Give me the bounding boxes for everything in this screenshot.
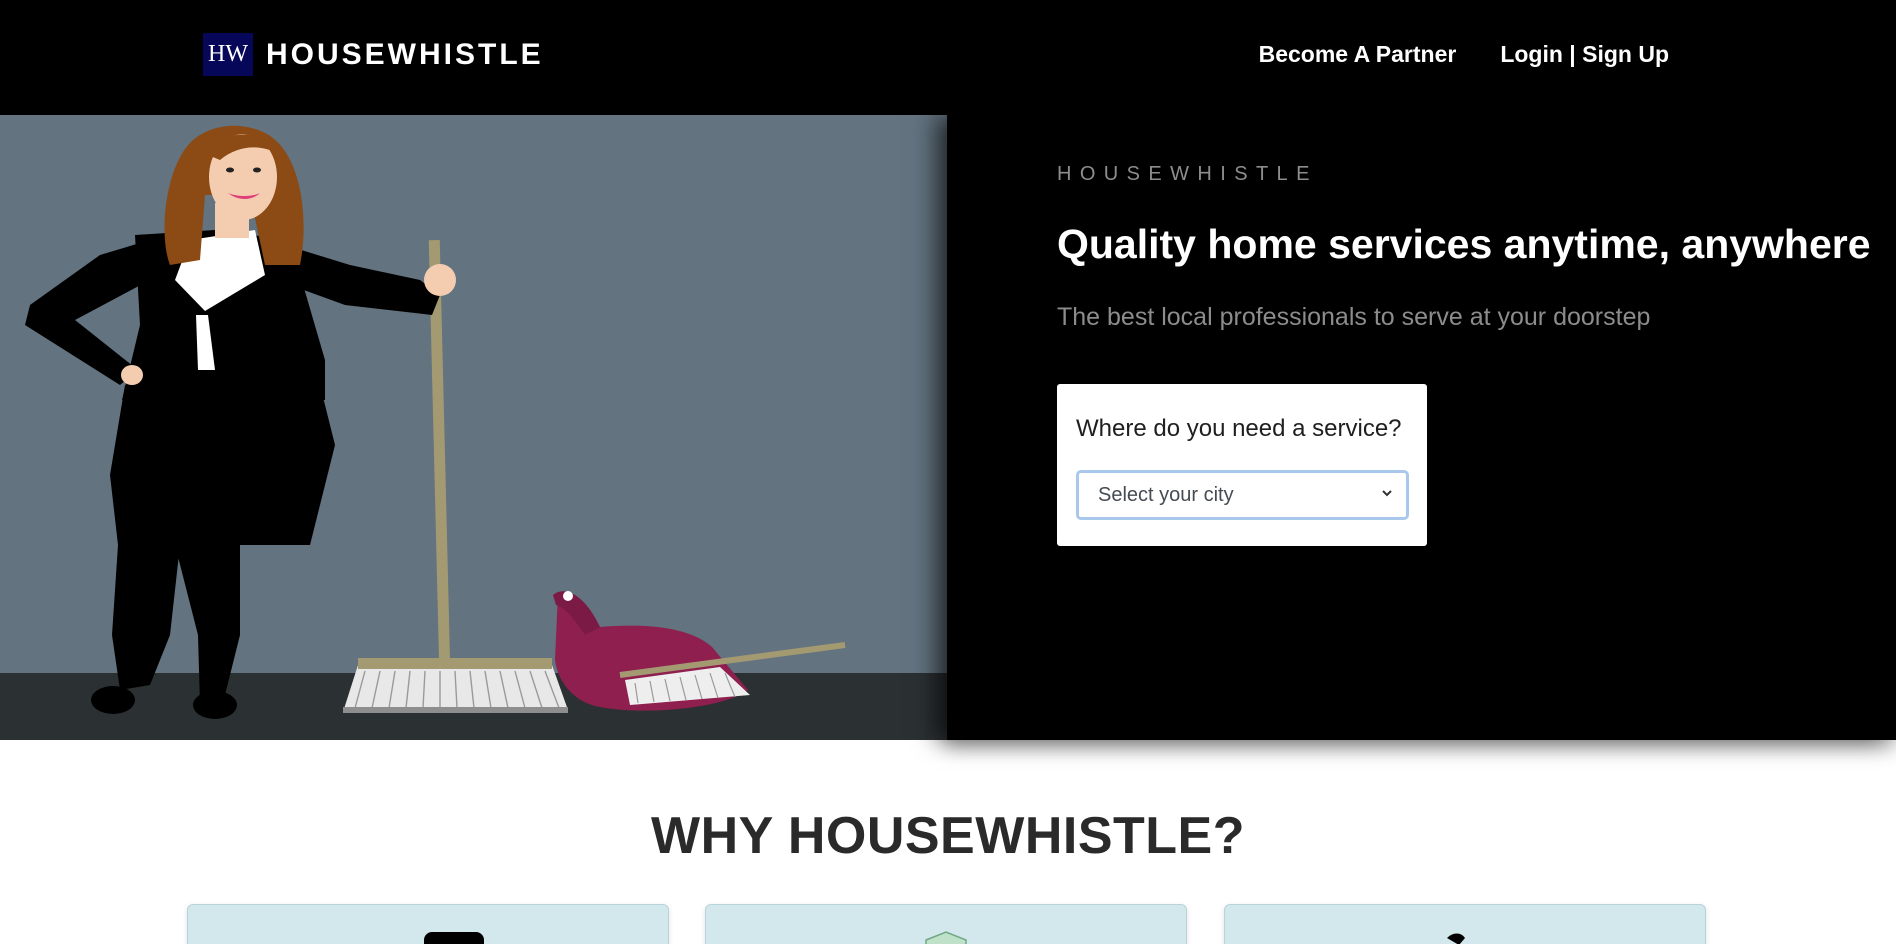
hero-illustration: [0, 115, 947, 740]
hero-eyebrow: HOUSEWHISTLE: [1057, 163, 1318, 185]
feature-card: [1224, 904, 1706, 944]
service-location-card: Where do you need a service? Select your…: [1057, 384, 1427, 546]
shield-icon: [925, 931, 967, 944]
cleaning-lady-illustration: [0, 115, 947, 740]
phone-icon: [424, 932, 484, 944]
brand-name: HOUSEWHISTLE: [266, 37, 544, 71]
chevron-down-icon: [1380, 486, 1394, 505]
brand-logo: HW: [203, 33, 253, 76]
hero-panel: HOUSEWHISTLE Quality home services anyti…: [947, 115, 1896, 740]
brand-link[interactable]: HW HOUSEWHISTLE: [203, 33, 544, 76]
why-section-title: WHY HOUSEWHISTLE?: [651, 807, 1245, 865]
login-signup-link[interactable]: Login | Sign Up: [1500, 41, 1669, 68]
feature-card: [187, 904, 669, 944]
city-select-value: Select your city: [1098, 483, 1234, 506]
hero-headline: Quality home services anytime, anywhere: [1057, 221, 1871, 267]
main-nav: Become A Partner Login | Sign Up: [1259, 41, 1669, 68]
become-partner-link[interactable]: Become A Partner: [1259, 41, 1457, 68]
top-navbar: HW HOUSEWHISTLE Become A Partner Login |…: [0, 0, 1896, 115]
tools-icon: [1447, 933, 1465, 944]
service-question-label: Where do you need a service?: [1076, 415, 1402, 442]
city-select[interactable]: Select your city: [1076, 470, 1409, 520]
feature-card: [705, 904, 1187, 944]
hero-subline: The best local professionals to serve at…: [1057, 303, 1651, 331]
